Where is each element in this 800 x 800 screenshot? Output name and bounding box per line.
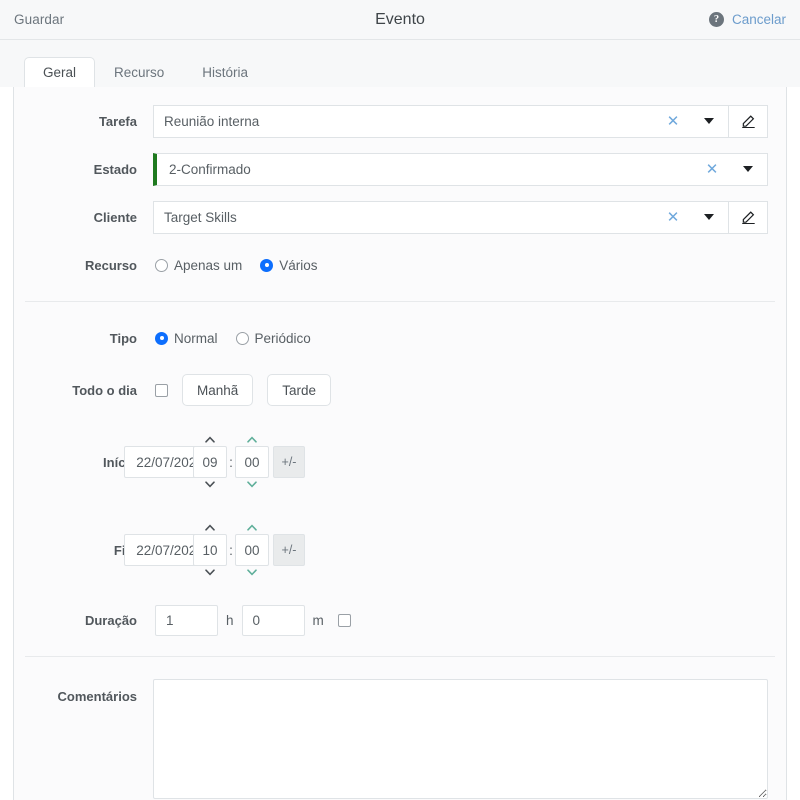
chevron-down-icon[interactable] [204,566,216,578]
label-tipo: Tipo [14,331,153,346]
tarefa-input[interactable]: Reunião interna [153,105,656,138]
fim-plusminus-button[interactable]: +/- [273,534,305,566]
tipo-radio-group: Normal Periódico [155,331,311,346]
inicio-plusminus-button[interactable]: +/- [273,446,305,478]
duracao-hours-unit: h [226,613,234,628]
field-row-fim: Fim : [14,506,786,594]
tarde-button[interactable]: Tarde [267,374,331,406]
label-estado: Estado [14,162,153,177]
time-separator: : [227,455,235,470]
clear-x-icon[interactable]: ✕ [656,201,690,234]
tab-geral[interactable]: Geral [24,57,95,89]
radio-label: Normal [174,331,218,346]
question-circle-icon[interactable]: ? [709,12,724,27]
field-row-todo-o-dia: Todo o dia Manhã Tarde [14,362,786,418]
estado-combo: 2-Confirmado ✕ [153,153,768,186]
estado-input[interactable]: 2-Confirmado [153,153,695,186]
radio-recurso-varios[interactable]: Vários [260,258,317,273]
chevron-up-icon[interactable] [246,434,258,446]
clear-x-icon[interactable]: ✕ [695,153,729,186]
chevron-up-icon[interactable] [204,434,216,446]
section-divider [25,656,775,657]
radio-circle-icon [236,332,249,345]
radio-tipo-normal[interactable]: Normal [155,331,218,346]
todo-o-dia-checkbox[interactable] [155,384,168,397]
radio-circle-selected-icon [155,332,168,345]
radio-recurso-apenas-um[interactable]: Apenas um [155,258,242,273]
duracao-minutes-input[interactable] [242,605,305,636]
edit-pencil-icon[interactable] [729,201,768,234]
inicio-hour-input[interactable] [193,446,227,478]
inicio-minute-spinner [235,434,269,490]
fim-hour-input[interactable] [193,534,227,566]
radio-circle-icon [155,259,168,272]
fim-minute-spinner [235,522,269,578]
chevron-down-icon[interactable] [246,478,258,490]
save-button[interactable]: Guardar [14,12,64,27]
field-row-recurso: Recurso Apenas um Vários [14,241,786,289]
cancel-button[interactable]: Cancelar [732,12,786,27]
inicio-hour-spinner [193,434,227,490]
recurso-radio-group: Apenas um Vários [155,258,318,273]
label-todo-o-dia: Todo o dia [14,383,153,398]
tab-bar: Geral Recurso História [0,40,800,87]
radio-label: Periódico [255,331,311,346]
field-row-tarefa: Tarefa Reunião interna ✕ [14,97,786,145]
clear-x-icon[interactable]: ✕ [656,105,690,138]
cliente-combo: Target Skills ✕ [153,201,768,234]
manha-button[interactable]: Manhã [182,374,253,406]
inicio-minute-input[interactable] [235,446,269,478]
duracao-checkbox[interactable] [338,614,351,627]
section-divider [25,301,775,302]
chevron-up-icon[interactable] [246,522,258,534]
fim-minute-input[interactable] [235,534,269,566]
radio-label: Apenas um [174,258,242,273]
label-tarefa: Tarefa [14,114,153,129]
cliente-input[interactable]: Target Skills [153,201,656,234]
chevron-up-icon[interactable] [204,522,216,534]
chevron-down-icon[interactable] [690,201,729,234]
field-row-tipo: Tipo Normal Periódico [14,314,786,362]
chevron-down-icon[interactable] [246,566,258,578]
fim-hour-spinner [193,522,227,578]
chevron-down-icon[interactable] [690,105,729,138]
time-separator: : [227,543,235,558]
duracao-hours-input[interactable] [155,605,218,636]
radio-circle-selected-icon [260,259,273,272]
window-top-bar: Guardar Evento ? Cancelar [0,0,800,40]
event-form-panel: Tarefa Reunião interna ✕ Estado 2-Confir… [13,87,787,800]
tarefa-combo: Reunião interna ✕ [153,105,768,138]
label-duracao: Duração [14,613,153,628]
field-row-comentarios: Comentários [14,671,786,799]
radio-tipo-periodico[interactable]: Periódico [236,331,311,346]
tab-recurso[interactable]: Recurso [95,57,183,89]
radio-label: Vários [279,258,317,273]
page-title: Evento [0,11,800,29]
field-row-cliente: Cliente Target Skills ✕ [14,193,786,241]
chevron-down-icon[interactable] [204,478,216,490]
field-row-inicio: Início : [14,418,786,506]
tab-historia[interactable]: História [183,57,267,89]
comentarios-textarea[interactable] [153,679,768,799]
field-row-estado: Estado 2-Confirmado ✕ [14,145,786,193]
duracao-minutes-unit: m [313,613,324,628]
chevron-down-icon[interactable] [729,153,768,186]
label-recurso: Recurso [14,258,153,273]
label-cliente: Cliente [14,210,153,225]
label-comentarios: Comentários [14,679,153,704]
topbar-right-actions: ? Cancelar [709,12,786,27]
field-row-duracao: Duração h m [14,594,786,646]
edit-pencil-icon[interactable] [729,105,768,138]
